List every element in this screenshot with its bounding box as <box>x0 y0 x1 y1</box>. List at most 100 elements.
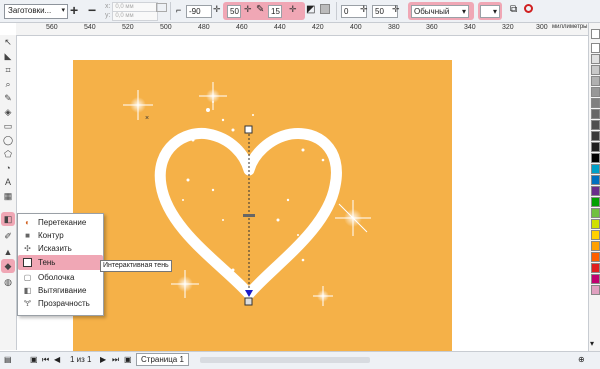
color-swatch[interactable] <box>591 98 600 108</box>
menu-item-extrude[interactable]: ◧ Вытягивание <box>18 284 103 297</box>
ruler-tick-label: 480 <box>198 24 210 31</box>
rectangle-tool-icon[interactable]: ▭ <box>3 121 13 131</box>
color-swatch[interactable] <box>591 120 600 130</box>
shadow-end-handle[interactable] <box>244 297 253 306</box>
chevron-down-icon: ▾ <box>61 7 65 14</box>
page-options-icon[interactable]: ▤ <box>4 355 12 364</box>
ellipse-tool-icon[interactable]: ◯ <box>3 135 13 145</box>
copy-shadow-icon[interactable] <box>156 3 167 12</box>
color-swatch[interactable] <box>591 153 600 163</box>
basic-shapes-icon[interactable]: ◔ <box>3 163 13 173</box>
menu-item-shadow[interactable]: Тень <box>18 256 103 269</box>
copy-shadow-properties-icon[interactable]: ⧉ <box>510 4 517 15</box>
menu-item-blend[interactable]: ◐ Перетекание <box>18 216 103 229</box>
previous-page-icon[interactable]: ◀ <box>54 355 60 364</box>
color-swatch[interactable] <box>591 252 600 262</box>
polygon-tool-icon[interactable]: ⬠ <box>3 149 13 159</box>
page-tab[interactable]: Страница 1 <box>136 353 189 366</box>
preset-value: Заготовки... <box>8 6 52 15</box>
shape-tool-icon[interactable]: ◣ <box>3 51 13 61</box>
ruler-tick-label: 320 <box>502 24 514 31</box>
feather-stepper[interactable]: ✛ <box>289 4 297 15</box>
last-page-icon[interactable]: ⏭ <box>112 355 119 365</box>
heart-artwork <box>123 82 371 306</box>
shadow-opacity-input[interactable]: 50 <box>227 5 241 18</box>
color-swatch[interactable] <box>591 208 600 218</box>
shadow-offset-value: 0 <box>344 7 349 16</box>
horizontal-scrollbar[interactable] <box>200 357 370 363</box>
color-swatch[interactable] <box>591 230 600 240</box>
color-swatch[interactable] <box>591 197 600 207</box>
text-tool-icon[interactable]: A <box>3 177 13 187</box>
preset-select[interactable]: Заготовки... ▾ <box>4 4 68 19</box>
color-swatch[interactable] <box>591 87 600 97</box>
y-value: 0,0 мм <box>112 11 159 21</box>
contour-icon: ■ <box>25 231 30 240</box>
y-position-field: y: 0,0 мм <box>105 11 159 21</box>
color-swatch[interactable] <box>591 241 600 251</box>
color-swatch[interactable] <box>591 131 600 141</box>
zoom-tool-icon[interactable]: ⌕ <box>3 79 13 89</box>
color-swatch[interactable] <box>591 164 600 174</box>
extrude-icon: ◧ <box>23 286 32 295</box>
color-swatch[interactable] <box>591 186 600 196</box>
table-tool-icon[interactable]: ▦ <box>3 191 13 201</box>
heart-outline[interactable] <box>154 127 342 300</box>
angle-stepper[interactable]: ✛ <box>213 4 221 15</box>
color-swatch[interactable] <box>591 54 600 64</box>
shadow-feather-input[interactable]: 15 <box>268 5 282 18</box>
shadow-fade-value: 50 <box>375 7 384 16</box>
menu-item-distort[interactable]: ✣ Исказить <box>18 242 103 255</box>
menu-item-label: Оболочка <box>38 273 75 282</box>
shadow-color-picker[interactable]: ▾ <box>480 5 500 18</box>
add-page-before-icon[interactable]: ▣ <box>30 355 38 364</box>
menu-item-label: Прозрачность <box>38 299 90 308</box>
menu-item-envelope[interactable]: ▢ Оболочка <box>18 271 103 284</box>
outline-tool-icon[interactable]: ▲ <box>3 247 13 257</box>
pick-tool-icon[interactable]: ↖ <box>3 37 13 47</box>
clear-shadow-icon[interactable] <box>524 4 533 13</box>
shadow-feather-value: 15 <box>271 7 280 16</box>
opacity-stepper[interactable]: ✛ <box>244 4 252 15</box>
color-swatch[interactable] <box>591 142 600 152</box>
offset-stepper[interactable]: ✛ <box>360 4 368 15</box>
remove-preset-button[interactable]: − <box>88 2 96 18</box>
ruler-tick-label: 360 <box>426 24 438 31</box>
first-page-icon[interactable]: ⏮ <box>42 355 49 365</box>
interactive-fill-icon[interactable]: ◍ <box>3 277 13 287</box>
color-swatch[interactable] <box>591 219 600 229</box>
color-swatch[interactable] <box>591 285 600 295</box>
color-swatch[interactable] <box>591 109 600 119</box>
document-page[interactable] <box>73 60 452 354</box>
no-color-swatch[interactable] <box>591 29 600 39</box>
eyedropper-tool-icon[interactable]: ✐ <box>3 231 13 241</box>
fill-tool-icon[interactable]: ◆ <box>3 261 13 271</box>
shadow-start-handle[interactable] <box>244 125 253 134</box>
merge-mode-select[interactable]: Обычный ▾ <box>411 5 469 18</box>
menu-item-transparency[interactable]: 🝖 Прозрачность <box>18 297 103 310</box>
next-page-icon[interactable]: ▶ <box>100 355 106 364</box>
horizontal-ruler: 560 540 520 500 480 460 440 420 400 380 … <box>16 23 588 36</box>
menu-item-contour[interactable]: ■ Контур <box>18 229 103 242</box>
add-preset-button[interactable]: + <box>70 2 78 18</box>
feather-direction-icon[interactable]: ◩ <box>306 4 315 15</box>
color-swatch[interactable] <box>591 43 600 53</box>
ruler-tick-label: 500 <box>160 24 172 31</box>
color-swatch[interactable] <box>591 263 600 273</box>
shadow-opacity-slider[interactable] <box>243 214 255 217</box>
color-swatch[interactable] <box>591 274 600 284</box>
color-swatch[interactable] <box>591 76 600 86</box>
shadow-angle-input[interactable]: -90 <box>186 5 212 18</box>
transparency-icon: 🝖 <box>23 299 32 308</box>
palette-scroll-down-icon[interactable]: ▾ <box>590 339 594 348</box>
add-page-after-icon[interactable]: ▣ <box>124 355 132 364</box>
color-swatch[interactable] <box>591 175 600 185</box>
effects-tool-icon[interactable]: ◧ <box>3 214 13 224</box>
smart-fill-icon[interactable]: ◈ <box>3 107 13 117</box>
crop-tool-icon[interactable]: ⌗ <box>3 65 13 75</box>
freehand-tool-icon[interactable]: ✎ <box>3 93 13 103</box>
fade-stepper[interactable]: ✛ <box>392 4 400 15</box>
feather-edges-icon[interactable] <box>320 4 330 14</box>
navigator-icon[interactable]: ⊕ <box>578 355 585 364</box>
color-swatch[interactable] <box>591 65 600 75</box>
